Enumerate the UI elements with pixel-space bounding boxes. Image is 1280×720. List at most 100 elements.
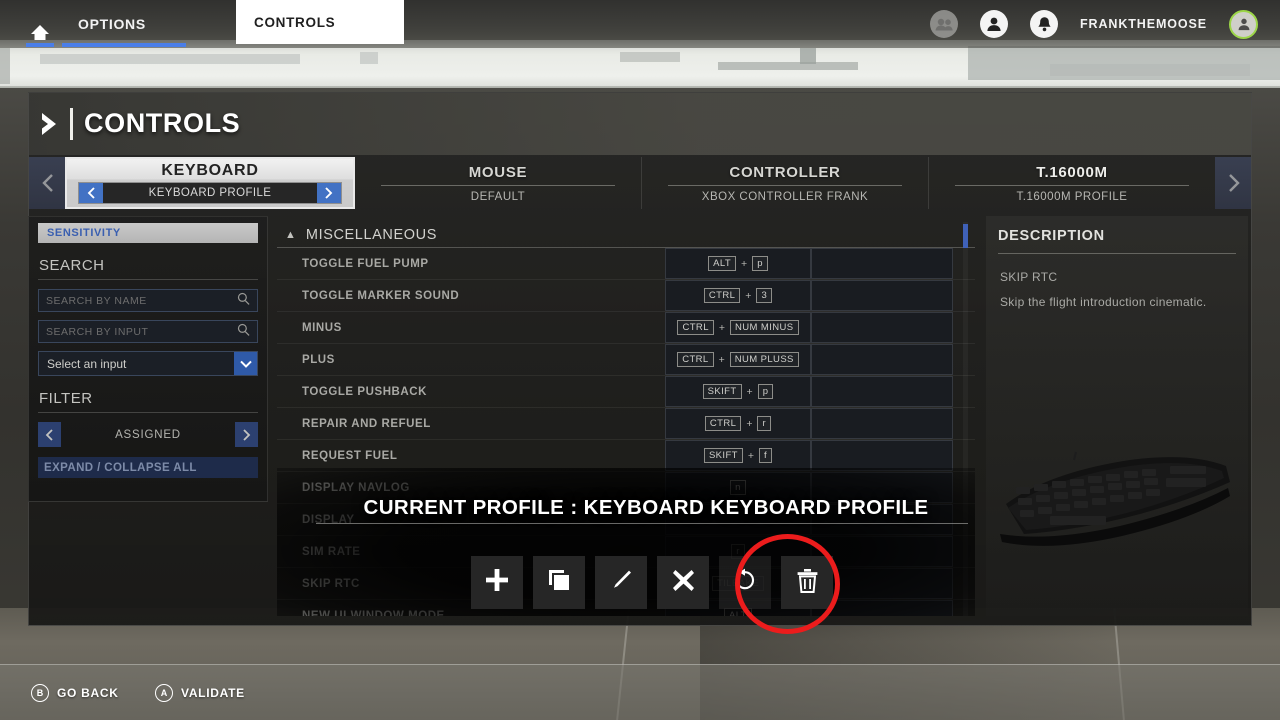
filter-next-button[interactable] <box>235 422 258 447</box>
binding-secondary-key[interactable] <box>811 312 953 343</box>
binding-secondary-key[interactable] <box>811 280 953 311</box>
binding-action-name: REQUEST FUEL <box>302 449 398 462</box>
binding-action-name: TOGGLE MARKER SOUND <box>302 289 460 302</box>
top-icon-group: FRANKTHEMOOSE <box>930 0 1270 48</box>
binding-action-name: MINUS <box>302 321 342 334</box>
chevron-down-icon[interactable] <box>234 352 257 375</box>
copy-icon <box>547 568 571 597</box>
table-row[interactable]: REPAIR AND REFUEL CTRL + r <box>277 408 975 440</box>
device-tab-name: KEYBOARD <box>161 162 259 179</box>
sensitivity-label: SENSITIVITY <box>47 227 121 239</box>
page-title: CONTROLS <box>84 108 241 138</box>
binding-action-name: REPAIR AND REFUEL <box>302 417 431 430</box>
device-next-button[interactable] <box>1215 157 1251 209</box>
description-heading: DESCRIPTION <box>998 228 1105 244</box>
binding-primary-key[interactable]: CTRL +3 <box>665 280 811 311</box>
profile-prev-button[interactable] <box>79 183 104 203</box>
top-navigation-bar: OPTIONS CONTROLS FRANKTHEMOOSE <box>0 0 1280 48</box>
filter-heading: FILTER <box>39 390 93 407</box>
device-tabs: KEYBOARD KEYBOARD PROFILE MOUSE DEFAULT … <box>29 157 1251 209</box>
device-tab-profile: DEFAULT <box>470 190 526 203</box>
key-chip: ALT <box>708 256 737 271</box>
table-row[interactable]: PLUS CTRL + NUM PLUSS <box>277 344 975 376</box>
table-row[interactable]: TOGGLE MARKER SOUND CTRL +3 <box>277 280 975 312</box>
key-chip: SKIFT <box>702 384 742 399</box>
friends-icon[interactable] <box>930 10 959 38</box>
search-by-input-placeholder: SEARCH BY INPUT <box>46 325 149 338</box>
add-profile-button[interactable] <box>471 556 523 609</box>
device-tab-name: T.16000M <box>1036 163 1108 181</box>
sidebar: SENSITIVITY SEARCH SEARCH BY NAME SEARCH… <box>28 216 268 502</box>
close-button[interactable] <box>657 556 709 609</box>
nav-controls-label: CONTROLS <box>254 14 336 30</box>
table-row[interactable]: MINUS CTRL + NUM MINUS <box>277 312 975 344</box>
nav-options-label: OPTIONS <box>78 16 146 32</box>
nav-item-options[interactable]: OPTIONS <box>64 0 160 48</box>
search-icon <box>237 323 250 341</box>
filter-prev-button[interactable] <box>38 422 61 447</box>
binding-primary-key[interactable]: SKIFT + f <box>665 440 811 471</box>
overlay-divider <box>316 523 968 524</box>
search-by-name-placeholder: SEARCH BY NAME <box>46 294 147 307</box>
validate-label: VALIDATE <box>181 686 245 700</box>
binding-primary-key[interactable]: ALT + p <box>665 248 811 279</box>
binding-group-header[interactable]: ▲ MISCELLANEOUS <box>277 222 975 248</box>
device-tab-divider <box>667 184 903 186</box>
search-by-name-input[interactable]: SEARCH BY NAME <box>38 289 258 312</box>
binding-action-name: TOGGLE FUEL PUMP <box>302 257 429 270</box>
device-tab-controller[interactable]: CONTROLLER XBOX CONTROLLER FRANK <box>642 157 929 209</box>
profile-icon[interactable] <box>980 10 1009 38</box>
sensitivity-button[interactable]: SENSITIVITY <box>38 223 258 243</box>
description-item-name: SKIP RTC <box>1000 270 1058 284</box>
device-prev-button[interactable] <box>29 157 65 209</box>
key-chip: r <box>757 416 772 431</box>
binding-primary-key[interactable]: CTRL + NUM PLUSS <box>665 344 811 375</box>
key-chip: NUM PLUSS <box>729 352 799 367</box>
device-tab-keyboard[interactable]: KEYBOARD KEYBOARD PROFILE <box>65 157 355 209</box>
validate-button[interactable]: A VALIDATE <box>155 684 245 702</box>
binding-primary-key[interactable]: CTRL + r <box>665 408 811 439</box>
key-plus-separator: + <box>718 353 725 366</box>
expand-collapse-label: EXPAND / COLLAPSE ALL <box>44 461 197 474</box>
plus-icon <box>484 567 510 598</box>
duplicate-profile-button[interactable] <box>533 556 585 609</box>
key-plus-separator: + <box>718 321 726 334</box>
bindings-scrollbar-thumb[interactable] <box>963 224 968 248</box>
select-input-value: Select an input <box>47 356 127 371</box>
search-by-input-input[interactable]: SEARCH BY INPUT <box>38 320 258 343</box>
binding-secondary-key[interactable] <box>811 408 953 439</box>
expand-collapse-all-button[interactable]: EXPAND / COLLAPSE ALL <box>38 457 258 478</box>
table-row[interactable]: TOGGLE PUSHBACK SKIFT + p <box>277 376 975 408</box>
key-chip: CTRL <box>704 416 742 431</box>
nav-tab-controls[interactable]: CONTROLS <box>236 0 404 44</box>
profile-next-button[interactable] <box>316 183 341 203</box>
key-plus-separator: + <box>746 385 753 398</box>
caret-up-icon[interactable]: ▲ <box>285 229 296 241</box>
go-back-button[interactable]: B GO BACK <box>31 684 119 702</box>
profile-value: KEYBOARD PROFILE <box>148 187 272 199</box>
binding-secondary-key[interactable] <box>811 440 953 471</box>
device-tab-t16000m[interactable]: T.16000M T.16000M PROFILE <box>929 157 1215 209</box>
keyboard-profile-selector[interactable]: KEYBOARD PROFILE <box>78 182 342 204</box>
home-icon[interactable] <box>26 22 54 42</box>
table-row[interactable]: TOGGLE FUEL PUMP ALT + p <box>277 248 975 280</box>
device-tab-mouse[interactable]: MOUSE DEFAULT <box>355 157 642 209</box>
key-plus-separator: + <box>741 257 748 270</box>
avatar[interactable] <box>1229 9 1258 39</box>
key-chip: p <box>757 384 774 399</box>
rename-profile-button[interactable] <box>595 556 647 609</box>
binding-secondary-key[interactable] <box>811 344 953 375</box>
home-tab-underline <box>26 43 54 47</box>
filter-selector[interactable]: ASSIGNED <box>38 422 258 447</box>
filter-value: ASSIGNED <box>115 428 181 441</box>
select-input-dropdown[interactable]: Select an input <box>38 351 258 376</box>
bell-icon[interactable] <box>1030 10 1059 38</box>
description-item-text: Skip the flight introduction cinematic. <box>1000 295 1207 309</box>
binding-primary-key[interactable]: CTRL + NUM MINUS <box>665 312 811 343</box>
key-plus-separator: + <box>745 289 752 302</box>
binding-secondary-key[interactable] <box>811 376 953 407</box>
binding-primary-key[interactable]: SKIFT + p <box>665 376 811 407</box>
search-heading: SEARCH <box>39 257 105 274</box>
binding-secondary-key[interactable] <box>811 248 953 279</box>
delete-button-highlight-annotation <box>735 534 840 634</box>
